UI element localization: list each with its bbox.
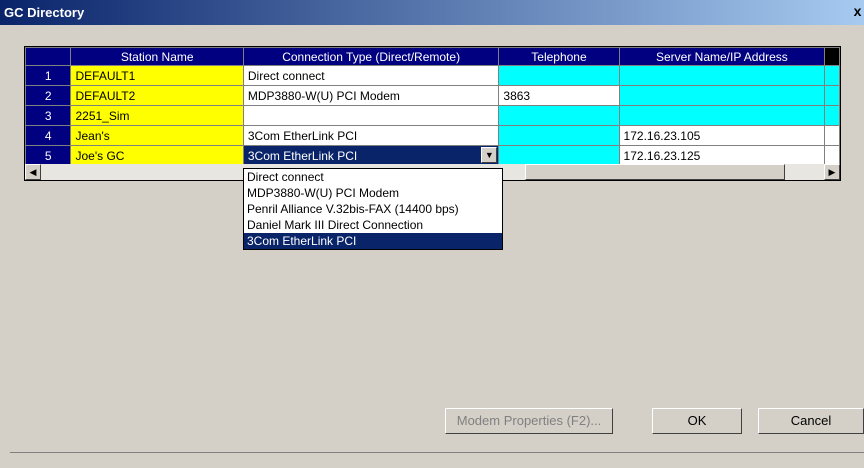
dropdown-option-selected[interactable]: 3Com EtherLink PCI (244, 233, 502, 249)
station-name-cell[interactable]: DEFAULT1 (70, 65, 244, 86)
extra-cell (824, 65, 840, 86)
table-row: 4 Jean's 3Com EtherLink PCI 172.16.23.10… (25, 125, 840, 146)
extra-cell (824, 85, 840, 106)
header-station-name[interactable]: Station Name (70, 47, 244, 66)
telephone-cell[interactable] (498, 145, 620, 166)
table-row: 3 2251_Sim (25, 105, 840, 126)
connection-type-combobox[interactable]: 3Com EtherLink PCI ▼ (242, 145, 500, 166)
close-icon[interactable]: x (851, 3, 864, 20)
server-cell[interactable] (618, 85, 826, 106)
telephone-cell[interactable] (498, 125, 620, 146)
row-number[interactable]: 2 (25, 85, 72, 106)
station-name-cell[interactable]: Joe's GC (70, 145, 244, 166)
server-cell[interactable]: 172.16.23.105 (618, 125, 826, 146)
scroll-left-icon[interactable]: ◀ (25, 164, 41, 180)
scroll-right-icon[interactable]: ▶ (824, 164, 840, 180)
telephone-cell[interactable]: 3863 (498, 85, 620, 106)
header-extra (824, 47, 840, 66)
table-row: 5 Joe's GC 3Com EtherLink PCI ▼ 172.16.23… (25, 145, 840, 166)
telephone-cell[interactable] (498, 65, 620, 86)
connection-type-cell[interactable] (242, 105, 500, 126)
extra-cell (824, 105, 840, 126)
ok-button[interactable]: OK (652, 408, 742, 434)
connection-type-cell[interactable]: MDP3880-W(U) PCI Modem (242, 85, 500, 106)
table-row: 2 DEFAULT2 MDP3880-W(U) PCI Modem 3863 (25, 85, 840, 106)
scrollbar-thumb[interactable] (525, 164, 785, 180)
station-name-cell[interactable]: 2251_Sim (70, 105, 244, 126)
header-server-name[interactable]: Server Name/IP Address (618, 47, 826, 66)
header-telephone[interactable]: Telephone (498, 47, 620, 66)
station-name-cell[interactable]: DEFAULT2 (70, 85, 244, 106)
station-name-cell[interactable]: Jean's (70, 125, 244, 146)
connection-type-cell[interactable]: Direct connect (242, 65, 500, 86)
corner-header (25, 47, 72, 66)
extra-cell (824, 125, 840, 146)
dropdown-option[interactable]: Daniel Mark III Direct Connection (244, 217, 502, 233)
cancel-button[interactable]: Cancel (758, 408, 864, 434)
combobox-value: 3Com EtherLink PCI (247, 148, 358, 163)
server-cell[interactable]: 172.16.23.125 (618, 145, 826, 166)
title-bar: GC Directory x (0, 0, 864, 25)
window-title: GC Directory (4, 5, 85, 20)
server-cell[interactable] (618, 105, 826, 126)
modem-properties-button[interactable]: Modem Properties (F2)... (445, 408, 613, 434)
row-number[interactable]: 1 (25, 65, 72, 86)
row-number[interactable]: 4 (25, 125, 72, 146)
row-number[interactable]: 5 (25, 145, 72, 166)
header-connection-type[interactable]: Connection Type (Direct/Remote) (242, 47, 500, 66)
dropdown-option[interactable]: Penril Alliance V.32bis-FAX (14400 bps) (244, 201, 502, 217)
connection-type-cell[interactable]: 3Com EtherLink PCI (242, 125, 500, 146)
directory-grid[interactable]: Station Name Connection Type (Direct/Rem… (24, 46, 841, 181)
header-row: Station Name Connection Type (Direct/Rem… (25, 47, 840, 66)
table-row: 1 DEFAULT1 Direct connect (25, 65, 840, 86)
extra-cell (824, 145, 840, 166)
telephone-cell[interactable] (498, 105, 620, 126)
connection-type-dropdown-list: Direct connect MDP3880-W(U) PCI Modem Pe… (243, 168, 503, 250)
status-bar (10, 452, 864, 468)
dropdown-option[interactable]: MDP3880-W(U) PCI Modem (244, 185, 502, 201)
directory-table: Station Name Connection Type (Direct/Rem… (25, 47, 840, 166)
row-number[interactable]: 3 (25, 105, 72, 126)
dropdown-arrow-icon[interactable]: ▼ (481, 147, 498, 163)
dropdown-option[interactable]: Direct connect (244, 169, 502, 185)
server-cell[interactable] (618, 65, 826, 86)
